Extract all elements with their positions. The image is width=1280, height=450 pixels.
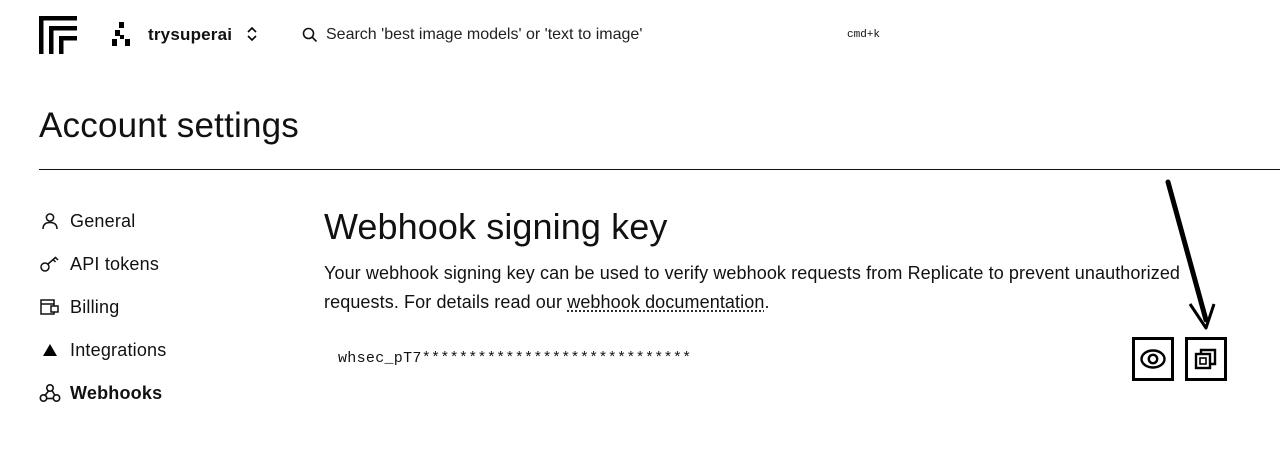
sidebar-item-label: General [70, 210, 136, 231]
sidebar-item-label: Webhooks [70, 382, 163, 403]
sidebar-item-label: Integrations [70, 339, 167, 360]
replicate-logo-icon[interactable] [39, 16, 77, 54]
key-icon [39, 253, 61, 275]
copy-icon [1194, 348, 1217, 370]
webhook-documentation-link[interactable]: webhook documentation [567, 292, 764, 312]
sidebar-item-api-tokens[interactable]: API tokens [39, 248, 259, 280]
search-input[interactable] [326, 22, 826, 48]
section-title: Webhook signing key [324, 206, 668, 247]
search-icon [302, 27, 318, 43]
sidebar-item-webhooks[interactable]: Webhooks [39, 377, 259, 409]
billing-icon [39, 296, 61, 318]
copy-key-button[interactable] [1185, 337, 1227, 381]
eye-icon [1140, 349, 1166, 369]
triangle-icon [39, 339, 61, 361]
webhook-icon [39, 382, 61, 404]
section-description: Your webhook signing key can be used to … [324, 259, 1184, 317]
search-shortcut-hint: cmd+k [847, 29, 881, 41]
description-end: . [764, 292, 770, 312]
divider [39, 169, 1280, 170]
reveal-key-button[interactable] [1132, 337, 1174, 381]
signing-key-value: whsec_pT7***************************** [338, 350, 692, 367]
sidebar-item-label: API tokens [70, 253, 160, 274]
org-switcher-label[interactable]: trysuperai [148, 25, 232, 45]
chevron-up-down-icon[interactable] [246, 24, 258, 44]
sidebar-item-general[interactable]: General [39, 205, 259, 237]
page-title: Account settings [39, 106, 300, 145]
org-avatar-icon[interactable] [112, 22, 132, 48]
sidebar-item-label: Billing [70, 296, 120, 317]
sidebar-item-billing[interactable]: Billing [39, 291, 259, 323]
user-icon [39, 210, 61, 232]
sidebar-item-integrations[interactable]: Integrations [39, 334, 259, 366]
